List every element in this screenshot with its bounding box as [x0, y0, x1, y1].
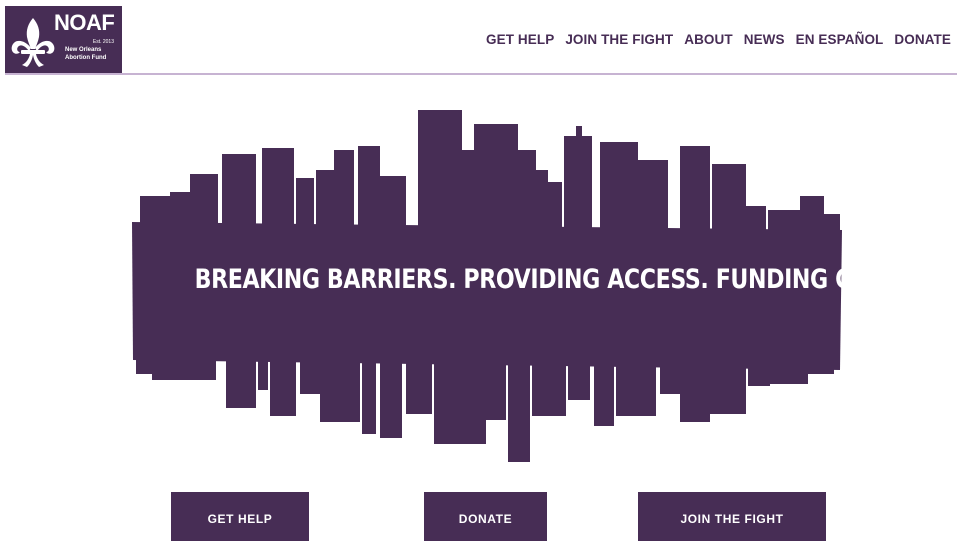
- page: NOAF Est. 2013 New Orleans Abortion Fund…: [0, 0, 957, 541]
- hero-tagline: BREAKING BARRIERS. PROVIDING ACCESS. FUN…: [194, 264, 935, 295]
- get-help-button[interactable]: GET HELP: [171, 492, 309, 541]
- join-the-fight-button[interactable]: JOIN THE FIGHT: [638, 492, 826, 541]
- donate-button[interactable]: DONATE: [424, 492, 547, 541]
